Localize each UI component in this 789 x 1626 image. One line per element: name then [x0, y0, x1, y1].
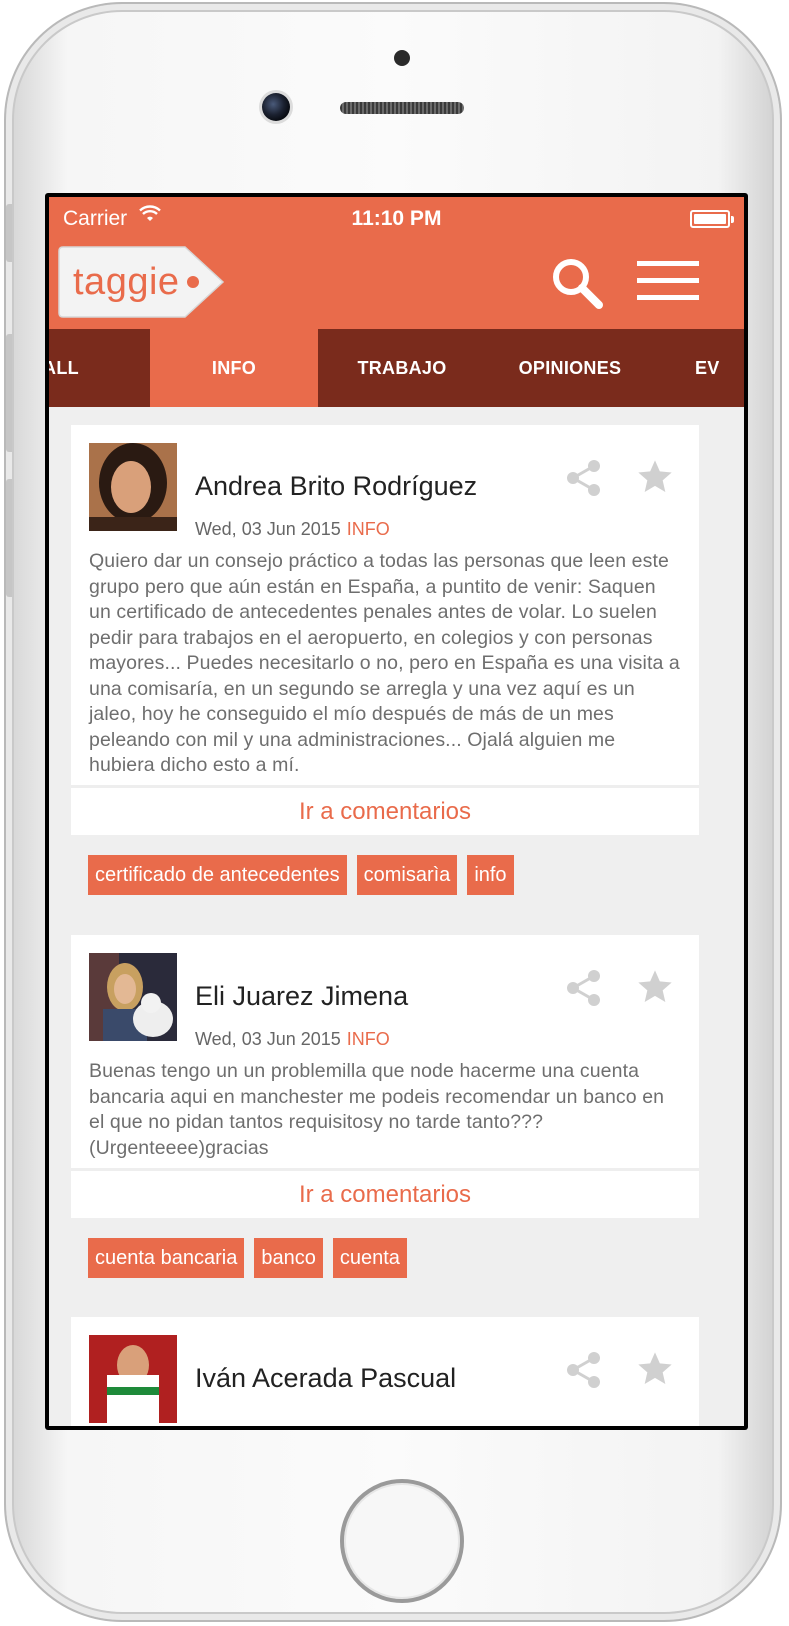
star-icon[interactable] [635, 457, 675, 497]
tab-ev[interactable]: EV [695, 329, 735, 407]
status-bar: Carrier 11:10 PM [49, 197, 744, 239]
home-button[interactable] [340, 1479, 464, 1603]
share-icon[interactable] [565, 459, 603, 497]
proximity-sensor [394, 50, 410, 66]
logo-text: taggie [73, 261, 180, 303]
tab-trabajo[interactable]: TRABAJO [318, 329, 486, 407]
tag-chip[interactable]: comisarìa [356, 855, 458, 895]
taggie-logo[interactable]: taggie [57, 245, 227, 319]
post-category[interactable]: INFO [347, 519, 390, 539]
silent-switch [6, 204, 12, 262]
star-icon[interactable] [635, 1349, 675, 1389]
star-icon[interactable] [635, 967, 675, 1007]
post-body: Quiero dar un consejo práctico a todas l… [89, 550, 680, 776]
tag-chip[interactable]: cuenta [332, 1238, 407, 1278]
post-feed[interactable]: Andrea Brito Rodríguez Wed, 03 Jun 2015 I… [49, 407, 744, 1426]
post-card: Iván Acerada Pascual [71, 1317, 699, 1426]
tab-all[interactable]: ALL [49, 329, 81, 407]
post-date: Wed, 03 Jun 2015 [195, 519, 341, 539]
share-icon[interactable] [565, 969, 603, 1007]
search-icon[interactable] [549, 255, 605, 311]
post-tags: certificado de antecedentes comisarìa in… [88, 855, 514, 895]
app-viewport: Carrier 11:10 PM taggie ALL INFO TRABAJO… [49, 197, 744, 1426]
post-date: Wed, 03 Jun 2015 [195, 1029, 341, 1049]
post-meta: Wed, 03 Jun 2015 INFO [195, 1029, 390, 1050]
earpiece-speaker [340, 102, 464, 114]
tab-info[interactable]: INFO [150, 329, 318, 407]
category-tab-bar: ALL INFO TRABAJO OPINIONES EV [49, 329, 744, 407]
post-tags: cuenta bancaria banco cuenta [88, 1238, 407, 1278]
post-card: Eli Juarez Jimena Wed, 03 Jun 2015 INFO B… [71, 935, 699, 1168]
tag-chip[interactable]: info [467, 855, 514, 895]
tag-chip[interactable]: banco [254, 1238, 323, 1278]
avatar[interactable] [89, 953, 177, 1041]
phone-screen: Carrier 11:10 PM taggie ALL INFO TRABAJO… [45, 193, 748, 1430]
menu-icon[interactable] [637, 259, 699, 303]
tag-chip[interactable]: cuenta bancaria [88, 1238, 245, 1278]
post-author[interactable]: Andrea Brito Rodríguez [195, 471, 477, 502]
battery-icon [690, 210, 734, 228]
post-author[interactable]: Iván Acerada Pascual [195, 1363, 456, 1394]
post-category[interactable]: INFO [347, 1029, 390, 1049]
front-camera [262, 93, 290, 121]
post-body: Buenas tengo un un problemilla que node … [89, 1060, 665, 1159]
app-header: Carrier 11:10 PM taggie [49, 197, 744, 329]
share-icon[interactable] [565, 1351, 603, 1389]
go-to-comments-button[interactable]: Ir a comentarios [71, 1171, 699, 1218]
status-time: 11:10 PM [351, 207, 442, 230]
post-card: Andrea Brito Rodríguez Wed, 03 Jun 2015 I… [71, 425, 699, 785]
post-meta: Wed, 03 Jun 2015 INFO [195, 519, 390, 540]
avatar[interactable] [89, 1335, 177, 1423]
tag-chip[interactable]: certificado de antecedentes [88, 855, 347, 895]
avatar[interactable] [89, 443, 177, 531]
go-to-comments-button[interactable]: Ir a comentarios [71, 788, 699, 835]
post-author[interactable]: Eli Juarez Jimena [195, 981, 408, 1012]
tab-opiniones[interactable]: OPINIONES [486, 329, 654, 407]
volume-down-button [6, 479, 12, 597]
volume-up-button [6, 334, 12, 452]
